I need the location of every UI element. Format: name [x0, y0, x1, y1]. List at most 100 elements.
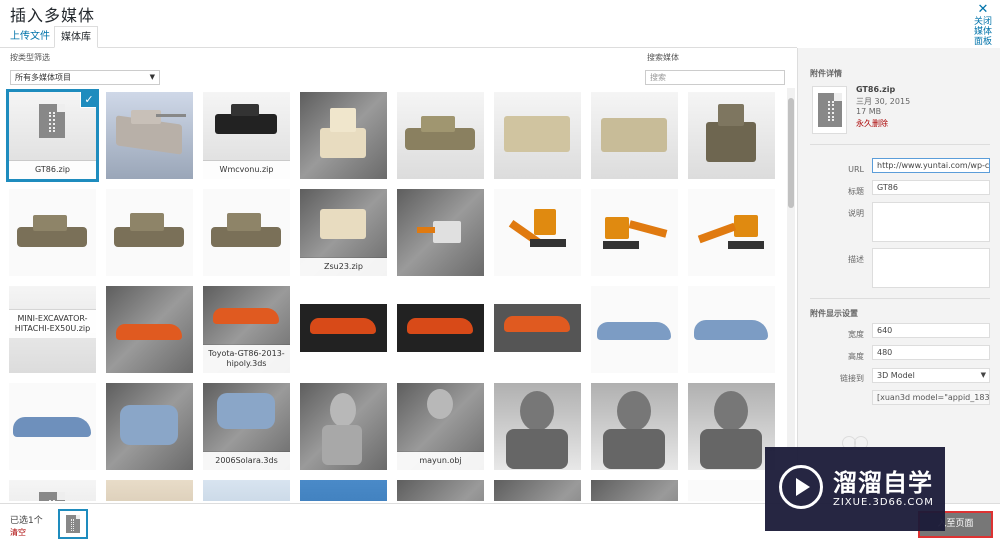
tab-upload[interactable]: 上传文件 [4, 26, 56, 48]
attachment-zsu23-zip[interactable]: Zsu23.zip [300, 189, 387, 276]
attachment-gt86-red-b[interactable] [300, 286, 387, 373]
attachment-excavator-arm[interactable] [397, 189, 484, 276]
attachment-bust-front-b[interactable] [591, 383, 678, 470]
link-to-select[interactable]: 3D Model ▼ [872, 368, 990, 383]
attachment-zsu23-a[interactable] [9, 189, 96, 276]
attachment-image-partial-e[interactable] [591, 480, 678, 501]
filter-label: 按类型筛选 [10, 53, 50, 62]
details-filename: GT86.zip [856, 85, 896, 94]
attachment-solara-3ds[interactable]: 2006Solara.3ds [203, 383, 290, 470]
tab-media-library[interactable]: 媒体库 [54, 26, 98, 48]
attachment-mini-excavator[interactable]: MINI-EXCAVATOR-HITACHI-EX50U.zip [9, 286, 96, 373]
search-input[interactable]: 搜索 [645, 70, 785, 85]
attachment-bust-front-a[interactable] [494, 383, 581, 470]
attachment-excavator-c[interactable] [688, 189, 775, 276]
attachment-bust-profile-a[interactable] [300, 383, 387, 470]
url-label: URL [848, 165, 864, 174]
delete-permanently-link[interactable]: 永久删除 [856, 118, 888, 129]
close-icon[interactable]: ✕ [972, 3, 994, 16]
url-field[interactable]: http://www.yuntai.com/wp-c [872, 158, 990, 173]
attachment-solara-a[interactable] [591, 286, 678, 373]
media-modal: 插入多媒体 ✕ 关闭媒体面板 上传文件 媒体库 按类型筛选 所有多媒体项目 ▼ … [0, 0, 1000, 545]
attachment-zsu23-b[interactable] [106, 189, 193, 276]
attachment-image-partial-b[interactable] [300, 480, 387, 501]
attachment-gt86-red-d[interactable] [494, 286, 581, 373]
title-label: 标题 [848, 187, 864, 196]
width-label: 宽度 [848, 330, 864, 339]
checkmark-icon[interactable]: ✓ [80, 92, 96, 108]
zip-file-icon [66, 515, 80, 533]
attachment-label: Toyota-GT86-2013-hipoly.3ds [203, 345, 290, 373]
filter-select[interactable]: 所有多媒体项目 ▼ [10, 70, 160, 85]
attachment-gt86-zip[interactable]: GT86.zip ✓ [6, 89, 99, 182]
attachment-wmcvonu[interactable]: Wmcvonu.zip [203, 92, 290, 179]
width-field[interactable]: 640 [872, 323, 990, 338]
display-settings-heading: 附件显示设置 [810, 309, 858, 318]
height-field[interactable]: 480 [872, 345, 990, 360]
attachment-tank-photo[interactable] [106, 92, 193, 179]
attachment-zsu23-rear[interactable] [688, 92, 775, 179]
attachment-details-sidebar: 附件详情 GT86.zip 三月 30, 2015 17 MB 永久删除 URL… [797, 48, 1000, 503]
zip-file-icon [39, 104, 65, 138]
attachment-zsu23-top[interactable] [494, 92, 581, 179]
attachment-gt86-red-c[interactable] [397, 286, 484, 373]
close-label[interactable]: 关闭媒体面板 [974, 17, 992, 47]
attachment-label: Wmcvonu.zip [203, 161, 290, 179]
divider [810, 144, 990, 145]
attachment-label: GT86.zip [9, 161, 96, 179]
attachment-zsu23-c[interactable] [203, 189, 290, 276]
caption-field[interactable] [872, 202, 990, 242]
attachment-solara-c[interactable] [9, 383, 96, 470]
details-thumbnail [812, 86, 847, 134]
attachment-image-partial-d[interactable] [494, 480, 581, 501]
attachment-bust-front-c[interactable] [688, 383, 775, 470]
attachment-mayun-obj[interactable]: mayun.obj [397, 383, 484, 470]
details-date: 三月 30, 2015 [856, 97, 911, 106]
attachment-solara-rear-a[interactable] [106, 383, 193, 470]
attachment-label: MINI-EXCAVATOR-HITACHI-EX50U.zip [9, 310, 96, 338]
attachment-gt86-red-a[interactable] [106, 286, 193, 373]
attachment-label: 2006Solara.3ds [203, 452, 290, 470]
dropdown-arrow-icon: ▼ [980, 371, 986, 379]
shortcode-field[interactable]: [xuan3d model="appid_1834 [872, 390, 990, 405]
details-heading: 附件详情 [810, 69, 842, 78]
dropdown-arrow-icon: ▼ [149, 73, 155, 81]
attachment-toyota-gt86[interactable]: Toyota-GT86-2013-hipoly.3ds [203, 286, 290, 373]
attachment-zip-partial[interactable] [9, 480, 96, 501]
divider [810, 298, 990, 299]
caption-label: 说明 [848, 209, 864, 218]
watermark-title: 溜溜自学 [833, 469, 933, 497]
watermark-overlay: 溜溜自学 ZIXUE.3D66.COM [765, 447, 945, 531]
attachment-excavator-a[interactable] [494, 189, 581, 276]
zip-file-icon [39, 492, 65, 501]
attachment-building-partial[interactable] [106, 480, 193, 501]
attachment-label: Zsu23.zip [300, 258, 387, 276]
details-size: 17 MB [856, 107, 882, 116]
attachment-image-partial-a[interactable] [203, 480, 290, 501]
media-grid: GT86.zip ✓ Wmcvonu.zip Zsu23.zip MINI-EX… [0, 88, 797, 501]
attachment-image-partial-c[interactable] [397, 480, 484, 501]
attachment-solara-b[interactable] [688, 286, 775, 373]
description-label: 描述 [848, 255, 864, 264]
search-label: 搜索媒体 [647, 53, 679, 62]
attachment-excavator-b[interactable] [591, 189, 678, 276]
attachment-zsu23-bottom[interactable] [591, 92, 678, 179]
attachment-label: mayun.obj [397, 452, 484, 470]
description-field[interactable] [872, 248, 990, 288]
scrollbar-thumb[interactable] [788, 98, 794, 208]
tab-bar: 上传文件 媒体库 [0, 26, 797, 48]
grid-scrollbar[interactable] [787, 88, 795, 501]
title-field[interactable]: GT86 [872, 180, 990, 195]
close-button[interactable]: ✕ 关闭媒体面板 [972, 3, 994, 47]
attachment-zsu23-front[interactable] [300, 92, 387, 179]
watermark-subtitle: ZIXUE.3D66.COM [833, 497, 934, 508]
selected-attachment-thumb[interactable] [58, 509, 88, 539]
selection-count: 已选1个 [10, 516, 43, 526]
attachment-zsu23-side[interactable] [397, 92, 484, 179]
attachment-image-partial-f[interactable] [688, 480, 775, 501]
clear-selection-link[interactable]: 清空 [10, 527, 26, 538]
zip-file-icon [818, 93, 842, 127]
modal-title: 插入多媒体 [10, 6, 96, 25]
height-label: 高度 [848, 352, 864, 361]
filter-value: 所有多媒体项目 [15, 73, 71, 82]
